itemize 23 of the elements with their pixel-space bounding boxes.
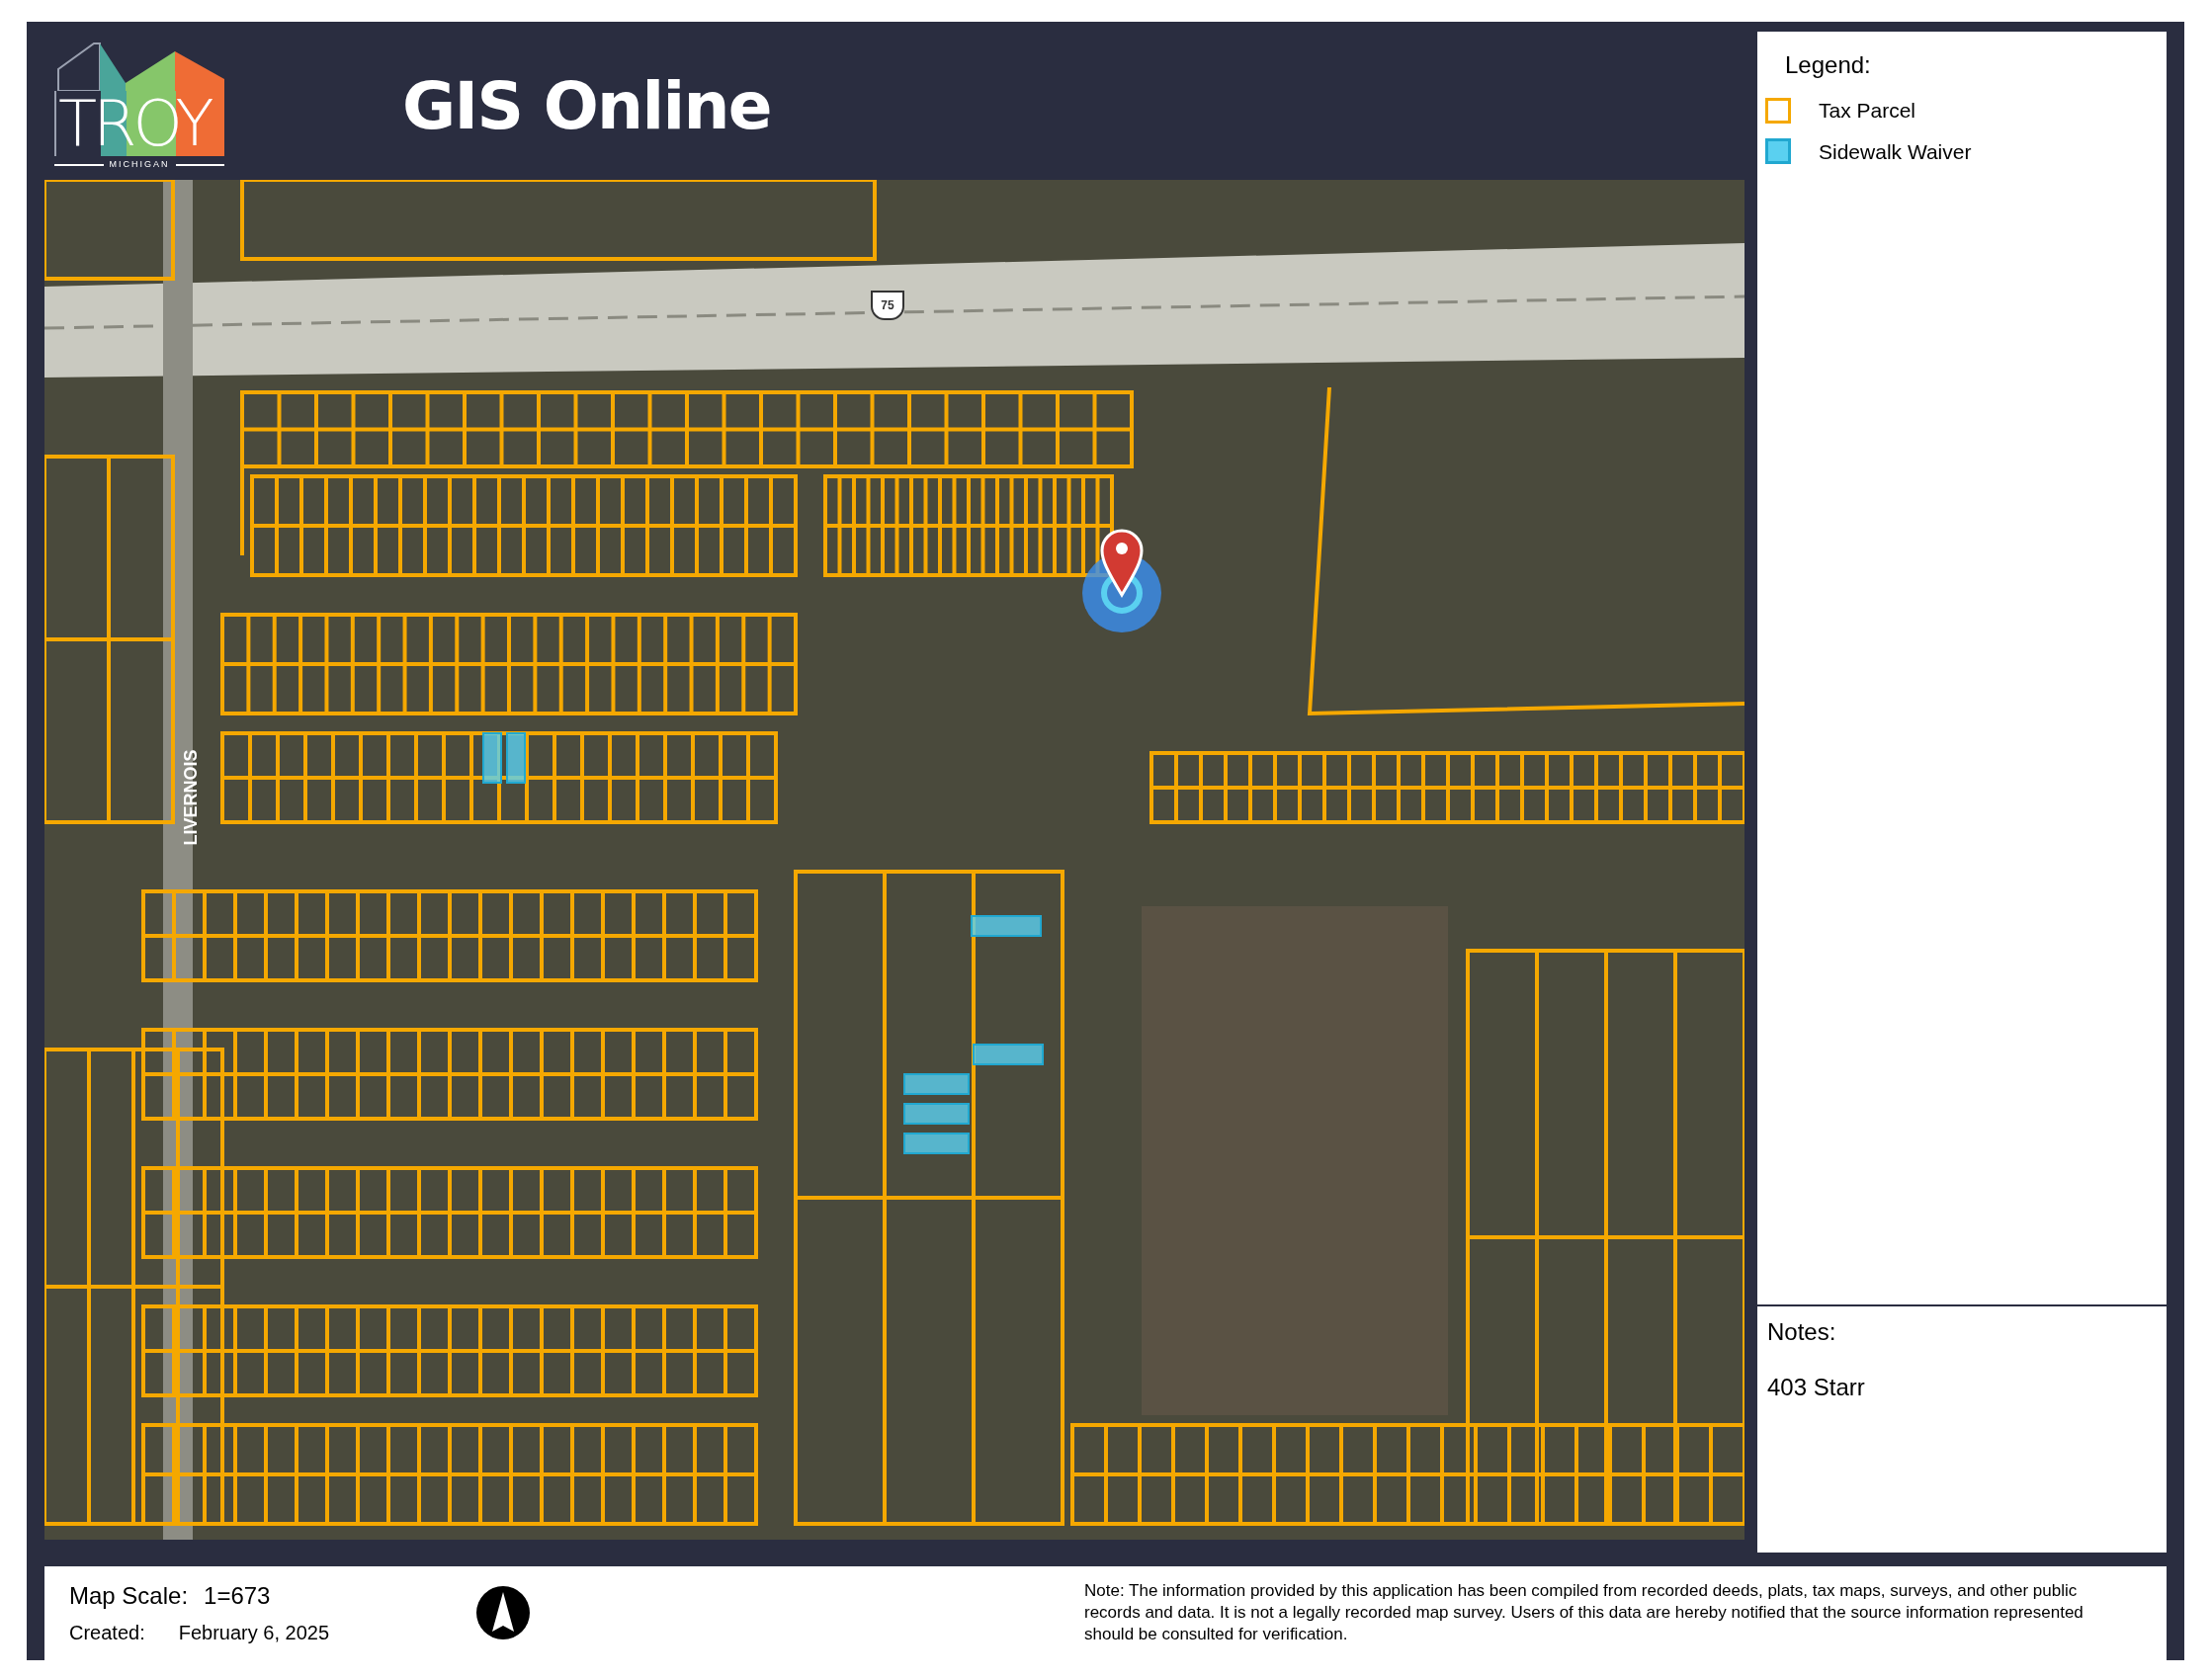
location-pin-icon xyxy=(1082,529,1161,632)
scale-label: Map Scale: xyxy=(69,1581,189,1612)
scale-value: 1=673 xyxy=(204,1581,271,1612)
notes-text: 403 Starr xyxy=(1767,1373,1866,1402)
created-label: Created: xyxy=(69,1621,145,1646)
legend-label: Sidewalk Waiver xyxy=(1819,138,1972,165)
legend-label: Tax Parcel xyxy=(1819,98,1916,124)
logo-subtitle: MICHIGAN xyxy=(109,158,170,172)
road-label: LIVERNOIS xyxy=(179,749,202,846)
legend-title: Legend: xyxy=(1785,50,1872,80)
sidewalk-waiver-parcel xyxy=(971,915,1042,937)
notes-title: Notes: xyxy=(1767,1317,1837,1347)
app-title: GIS Online xyxy=(402,66,771,146)
logo-wordmark: TROY xyxy=(54,91,224,157)
created-value: February 6, 2025 xyxy=(178,1621,330,1646)
sidewalk-waiver-parcel xyxy=(903,1073,970,1095)
sidewalk-waiver-parcel xyxy=(506,732,526,784)
disclaimer-note: Note: The information provided by this application has been compiled from recorded deeds, plats, tax maps, surveys, and other public records and data. It is not a legally recorded map survey. Users of this data are hereby notified that the source information represented should be consulted for verification. xyxy=(1084,1580,2084,1646)
sidewalk-waiver-parcel xyxy=(903,1133,970,1154)
sidewalk-waiver-parcel xyxy=(903,1103,970,1125)
highway-shield: 75 xyxy=(871,291,904,320)
sidewalk-waiver-parcel xyxy=(973,1044,1044,1065)
sidewalk-waiver-parcel xyxy=(482,732,502,784)
